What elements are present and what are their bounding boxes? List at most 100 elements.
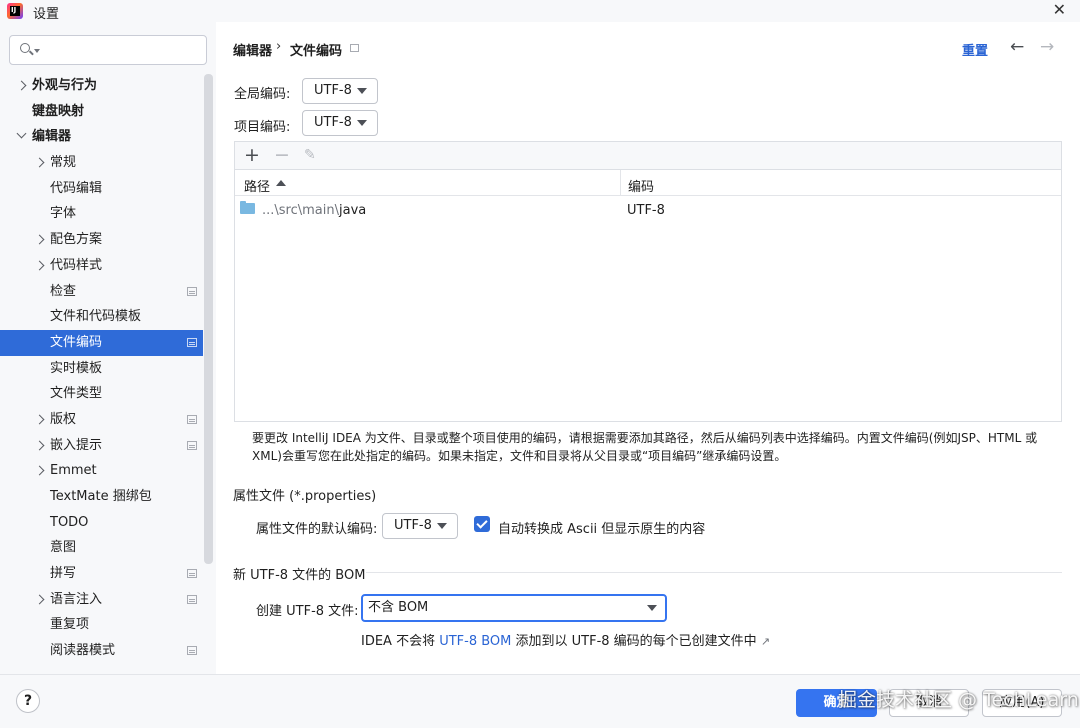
row-path: ...\src\main\java (262, 203, 366, 218)
utf8-bom-link[interactable]: UTF-8 BOM (439, 634, 511, 649)
chevron-down-icon[interactable] (16, 128, 27, 139)
sidebar-item[interactable]: Emmet (0, 458, 203, 484)
window-title: 设置 (33, 7, 60, 22)
chevron-down-icon (647, 605, 657, 611)
ascii-checkbox[interactable] (474, 516, 490, 532)
sidebar-item[interactable]: 外观与行为 (0, 73, 203, 99)
chevron-right-icon[interactable] (34, 260, 45, 271)
sidebar-item-label: TextMate 捆绑包 (50, 489, 152, 504)
external-link-icon[interactable]: ↗ (761, 635, 770, 648)
sidebar-item[interactable]: 常规 (0, 150, 203, 176)
sidebar-item[interactable]: 实时模板 (0, 356, 203, 382)
sidebar-item-label: 重复项 (50, 617, 90, 633)
sidebar-item[interactable]: 重复项 (0, 612, 203, 638)
sidebar-item[interactable]: 嵌入提示 (0, 433, 203, 459)
chevron-right-icon[interactable] (34, 157, 45, 168)
reset-link[interactable]: 重置 (962, 40, 988, 59)
breadcrumb-separator: › (276, 39, 282, 54)
title-bar: IJ 设置 ✕ (0, 0, 1080, 22)
column-header-encoding[interactable]: 编码 (628, 176, 654, 195)
sidebar-item[interactable]: 文件和代码模板 (0, 304, 203, 330)
column-divider[interactable] (620, 170, 621, 196)
encoding-description: 要更改 IntelliJ IDEA 为文件、目录或整个项目使用的编码，请根据需要… (252, 431, 1038, 463)
dialog-footer: ? 确定 取消 应用(A) 掘金技术社区 @ TechLearn (0, 674, 1080, 728)
sidebar-item-label: 嵌入提示 (50, 437, 103, 453)
search-input[interactable] (9, 35, 207, 65)
settings-tree: 外观与行为键盘映射编辑器常规代码编辑字体配色方案代码样式检查文件和代码模板文件编… (0, 73, 203, 664)
sidebar-item[interactable]: TODO (0, 510, 203, 536)
sidebar-item-label: 阅读器模式 (50, 643, 116, 659)
sidebar-item[interactable]: 阅读器模式 (0, 638, 203, 664)
sidebar-item[interactable]: 编辑器 (0, 124, 203, 150)
folder-icon (240, 201, 255, 214)
sidebar-item[interactable]: 文件编码 (0, 329, 203, 356)
chevron-right-icon[interactable] (34, 234, 45, 245)
sidebar-item[interactable]: 语言注入 (0, 587, 203, 613)
add-icon[interactable]: + (244, 144, 260, 166)
bom-select-value: 不含 BOM (368, 600, 429, 615)
properties-encoding-select[interactable]: UTF-8 (382, 513, 458, 539)
sort-ascending-icon (276, 180, 286, 186)
sidebar-scrollbar[interactable] (204, 74, 213, 564)
sidebar-item[interactable]: 代码样式 (0, 253, 203, 279)
sidebar-item-label: 编辑器 (32, 129, 72, 145)
project-scope-icon (187, 440, 197, 450)
sidebar-item-label: 实时模板 (50, 360, 103, 376)
global-encoding-label: 全局编码: (234, 87, 291, 102)
chevron-right-icon[interactable] (34, 594, 45, 605)
ascii-checkbox-label[interactable]: 自动转换成 Ascii 但显示原生的内容 (498, 518, 705, 537)
search-history-dropdown-icon[interactable] (34, 49, 40, 53)
chevron-right-icon[interactable] (34, 465, 45, 476)
sidebar-item[interactable]: 配色方案 (0, 227, 203, 253)
sidebar-item-label: 键盘映射 (32, 103, 85, 119)
sidebar-item[interactable]: 代码编辑 (0, 176, 203, 202)
bom-hint-before: IDEA 不会将 (361, 634, 440, 649)
bom-select[interactable]: 不含 BOM (361, 594, 667, 622)
table-row[interactable]: ...\src\main\java UTF-8 (235, 197, 1061, 223)
project-encoding-select[interactable]: UTF-8 (302, 110, 378, 136)
bom-hint: IDEA 不会将 UTF-8 BOM 添加到以 UTF-8 编码的每个已创建文件… (361, 630, 770, 649)
row-encoding[interactable]: UTF-8 (627, 203, 665, 218)
project-scope-icon (187, 569, 197, 579)
table-toolbar: + − ✎ (235, 142, 1061, 170)
encoding-table: + − ✎ 路径 编码 ...\src\main\java UTF-8 (234, 141, 1062, 422)
column-header-path[interactable]: 路径 (244, 176, 270, 195)
chevron-down-icon (357, 120, 367, 126)
sidebar-item[interactable]: 版权 (0, 407, 203, 433)
sidebar-item-label: 检查 (50, 283, 77, 299)
sidebar-item[interactable]: 文件类型 (0, 381, 203, 407)
sidebar-item[interactable]: 拼写 (0, 561, 203, 587)
chevron-right-icon[interactable] (34, 440, 45, 451)
sidebar-item-label: 字体 (50, 206, 77, 222)
project-scope-icon (187, 337, 197, 347)
project-encoding-label: 项目编码: (234, 120, 291, 135)
edit-icon[interactable]: ✎ (304, 147, 316, 163)
sidebar-item-label: 文件编码 (50, 334, 103, 350)
forward-arrow-icon[interactable]: → (1040, 37, 1054, 57)
sidebar-item-label: 语言注入 (50, 591, 103, 607)
settings-sidebar: 外观与行为键盘映射编辑器常规代码编辑字体配色方案代码样式检查文件和代码模板文件编… (0, 22, 216, 674)
sidebar-item[interactable]: 字体 (0, 201, 203, 227)
section-divider (366, 572, 1062, 573)
help-button[interactable]: ? (16, 689, 40, 713)
row-path-prefix: ...\src\main\ (262, 203, 339, 218)
sidebar-item[interactable]: 意图 (0, 535, 203, 561)
sidebar-item-label: 配色方案 (50, 232, 103, 248)
chevron-right-icon[interactable] (34, 414, 45, 425)
bom-section-title: 新 UTF-8 文件的 BOM (233, 568, 366, 583)
sidebar-item[interactable]: 键盘映射 (0, 99, 203, 125)
sidebar-item-label: 常规 (50, 155, 77, 171)
breadcrumb-parent[interactable]: 编辑器 (233, 40, 272, 59)
back-arrow-icon[interactable]: ← (1010, 37, 1024, 57)
global-encoding-value: UTF-8 (314, 83, 352, 98)
properties-section-title: 属性文件 (*.properties) (233, 489, 377, 504)
sidebar-item[interactable]: 检查 (0, 279, 203, 305)
chevron-right-icon[interactable] (16, 80, 27, 91)
close-icon[interactable]: ✕ (1053, 0, 1066, 19)
properties-default-encoding-label: 属性文件的默认编码: (256, 522, 378, 537)
remove-icon[interactable]: − (274, 144, 290, 166)
sidebar-item-label: 代码样式 (50, 257, 103, 273)
search-icon (20, 43, 30, 53)
global-encoding-select[interactable]: UTF-8 (302, 78, 378, 104)
sidebar-item[interactable]: TextMate 捆绑包 (0, 484, 203, 510)
